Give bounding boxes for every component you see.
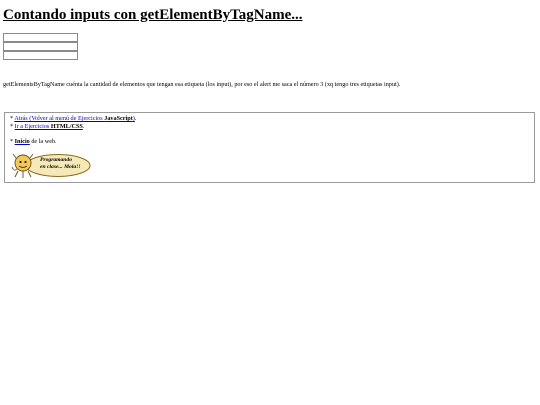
- logo-text: Programando en clase... Mola!!: [40, 157, 81, 171]
- html-link-bold: HTML/CSS: [50, 123, 83, 130]
- text-input-1[interactable]: [3, 33, 78, 42]
- text-input-2[interactable]: [3, 42, 78, 51]
- back-link[interactable]: Atrás (Volver al menú de Ejercicios Java…: [14, 115, 135, 122]
- explanation-text: getElementsByTagName cuénta la cantidad …: [3, 81, 401, 88]
- html-link-text: Ir a Ejercicios: [14, 123, 51, 130]
- programando-logo[interactable]: Programando en clase... Mola!!: [10, 152, 92, 179]
- footer-box: * Atrás (Volver al menú de Ejercicios Ja…: [4, 112, 535, 183]
- logo-line-1: Programando: [40, 157, 73, 163]
- back-link-bold: JavaScript: [104, 115, 133, 122]
- input-group: [3, 33, 78, 60]
- home-link[interactable]: Inicio: [15, 138, 30, 145]
- text-input-3[interactable]: [3, 51, 78, 60]
- home-link-bold: Inicio: [14, 138, 30, 145]
- page-title: Contando inputs con getElementByTagName.…: [3, 7, 303, 23]
- back-after: .: [134, 115, 137, 122]
- footer-html-line: * Ir a Ejercicios HTML/CSS.: [10, 123, 84, 130]
- footer-home-line: * Inicio de la web.: [10, 138, 57, 145]
- home-after: de la web.: [29, 138, 57, 145]
- footer-back-line: * Atrás (Volver al menú de Ejercicios Ja…: [10, 115, 136, 122]
- html-after: .: [82, 123, 85, 130]
- html-css-link[interactable]: Ir a Ejercicios HTML/CSS: [15, 123, 83, 130]
- back-link-text: Atrás (Volver al menú de Ejercicios: [14, 115, 105, 122]
- page: Contando inputs con getElementByTagName.…: [0, 0, 540, 405]
- logo-line-2: en clase... Mola!!: [40, 164, 81, 170]
